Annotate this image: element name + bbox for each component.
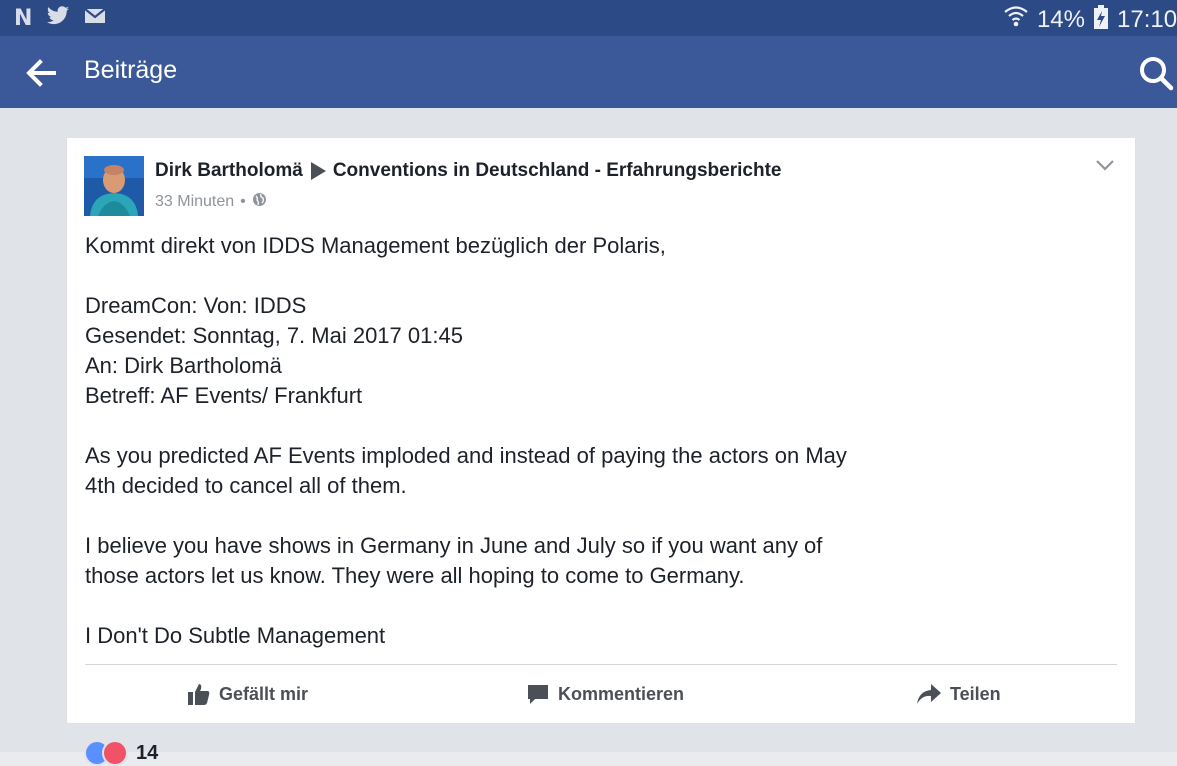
app-bar: Beiträge <box>0 36 1177 108</box>
post-actions: Gefällt mir Kommentieren Teilen <box>85 665 1117 723</box>
back-button[interactable] <box>24 56 58 90</box>
post-line: As you predicted AF Events imploded and … <box>85 443 847 468</box>
post-line: An: Dirk Bartholomä <box>85 353 282 378</box>
page-title: Beiträge <box>84 56 178 84</box>
post-text: Kommt direkt von IDDS Management bezügli… <box>85 231 1105 651</box>
arrow-left-icon <box>26 59 56 87</box>
wifi-icon <box>1003 4 1029 35</box>
post-options-button[interactable] <box>1095 158 1115 172</box>
post-meta: 33 Minuten • <box>155 192 267 212</box>
battery-charging-icon <box>1093 4 1109 35</box>
post-card: Dirk Bartholomä Conventions in Deutschla… <box>66 138 1136 723</box>
feed[interactable]: Dirk Bartholomä Conventions in Deutschla… <box>0 108 1177 752</box>
globe-icon <box>252 192 267 212</box>
post-line: DreamCon: Von: IDDS <box>85 293 307 318</box>
triangle-right-icon <box>310 162 326 180</box>
comment-label: Kommentieren <box>558 683 685 704</box>
system-indicators: 14% 17:10 <box>1003 4 1177 35</box>
avatar[interactable] <box>84 156 144 216</box>
love-reaction-icon <box>102 740 128 766</box>
thumbs-up-icon <box>188 684 210 705</box>
author-name[interactable]: Dirk Bartholomä <box>155 160 303 182</box>
reactions-summary[interactable]: 14 <box>84 740 158 766</box>
comment-icon <box>528 685 548 704</box>
twitter-icon <box>46 6 70 31</box>
post-line: those actors let us know. They were all … <box>85 563 745 588</box>
search-button[interactable] <box>1137 54 1177 92</box>
comment-button[interactable]: Kommentieren <box>526 665 684 723</box>
battery-percent: 14% <box>1036 5 1085 33</box>
post-line: Kommt direkt von IDDS Management bezügli… <box>85 233 666 258</box>
separator-dot: • <box>240 193 246 210</box>
like-button[interactable]: Gefällt mir <box>187 665 308 723</box>
post-line: Gesendet: Sonntag, 7. Mai 2017 01:45 <box>85 323 463 348</box>
post-line: I Don't Do Subtle Management <box>85 623 386 648</box>
post-header: Dirk Bartholomä Conventions in Deutschla… <box>155 160 781 182</box>
share-label: Teilen <box>950 683 1001 704</box>
like-label: Gefällt mir <box>219 683 309 704</box>
search-icon <box>1140 57 1174 91</box>
post-line: 4th decided to cancel all of them. <box>85 473 407 498</box>
clock: 17:10 <box>1117 5 1177 33</box>
reaction-count: 14 <box>136 741 159 764</box>
share-arrow-icon <box>917 684 941 704</box>
chevron-down-icon <box>1096 160 1114 171</box>
post-line: Betreff: AF Events/ Frankfurt <box>85 383 363 408</box>
post-timestamp[interactable]: 33 Minuten <box>155 193 234 211</box>
n-app-icon: N <box>14 6 33 31</box>
status-bar: N 14% 17:10 <box>0 0 1177 36</box>
post-line: I believe you have shows in Germany in J… <box>85 533 823 558</box>
share-button[interactable]: Teilen <box>916 665 1001 723</box>
group-name[interactable]: Conventions in Deutschland - Erfahrungsb… <box>333 160 782 182</box>
notification-icons: N <box>14 6 107 31</box>
mail-icon <box>84 7 107 30</box>
